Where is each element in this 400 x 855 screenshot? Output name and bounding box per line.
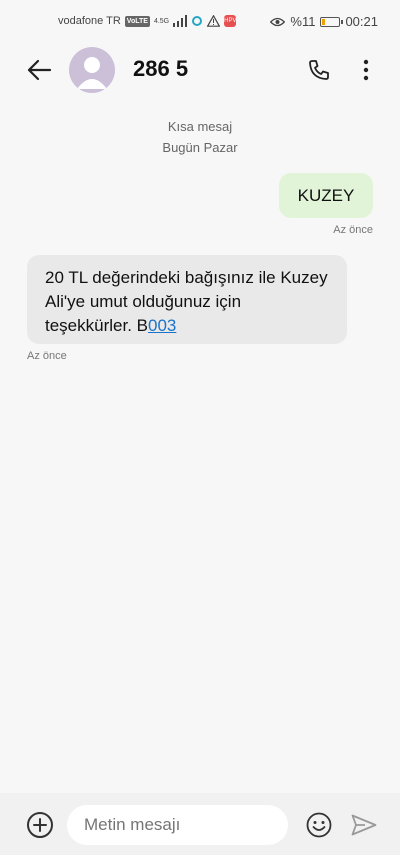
incoming-message-link[interactable]: 003 — [148, 316, 176, 335]
warning-icon — [207, 15, 221, 27]
message-composer — [0, 793, 400, 855]
more-vert-icon — [363, 59, 369, 81]
signal-icon — [173, 15, 188, 27]
volte-badge: VoLTE — [124, 15, 150, 27]
sync-icon — [192, 16, 203, 26]
network-type: 4.5G — [153, 17, 170, 25]
contact-name[interactable]: 286 5 — [133, 56, 188, 82]
message-input[interactable] — [67, 805, 288, 845]
emoji-button[interactable] — [306, 812, 332, 838]
carrier-name: vodafone TR — [58, 15, 121, 27]
notification-app-icon: HPV — [224, 15, 236, 27]
battery-icon — [320, 16, 344, 27]
phone-icon — [309, 60, 329, 80]
back-button[interactable] — [24, 56, 54, 84]
send-button[interactable] — [350, 812, 378, 838]
outgoing-message-text: KUZEY — [297, 185, 355, 205]
emoji-icon — [306, 812, 332, 838]
eye-icon — [270, 17, 286, 26]
clock: 00:21 — [345, 14, 378, 29]
status-right: %11 00:21 — [270, 14, 378, 29]
outgoing-message-bubble[interactable]: KUZEY — [279, 173, 373, 218]
battery-percent: %11 — [290, 14, 316, 29]
incoming-message-time: Az önce — [27, 350, 67, 362]
incoming-message-bubble[interactable]: 20 TL değerindeki bağışınız ile Kuzey Al… — [27, 255, 347, 344]
avatar-icon — [77, 57, 107, 89]
back-arrow-icon — [27, 59, 52, 81]
date-label: Bugün Pazar — [162, 140, 238, 155]
more-options-button[interactable] — [354, 55, 378, 85]
add-icon — [33, 818, 47, 832]
conversation-header: 286 5 — [0, 44, 400, 96]
incoming-message-text: 20 TL değerindeki bağışınız ile Kuzey Al… — [45, 268, 328, 335]
status-left: vodafone TR VoLTE 4.5G HPV — [58, 15, 236, 27]
send-icon — [351, 814, 377, 836]
call-button[interactable] — [304, 55, 334, 85]
contact-avatar[interactable] — [69, 47, 115, 93]
add-attachment-button[interactable] — [27, 812, 53, 838]
status-bar: vodafone TR VoLTE 4.5G HPV %11 00:21 — [0, 0, 400, 44]
message-type-label: Kısa mesaj — [167, 119, 233, 134]
outgoing-message-time: Az önce — [333, 224, 373, 236]
